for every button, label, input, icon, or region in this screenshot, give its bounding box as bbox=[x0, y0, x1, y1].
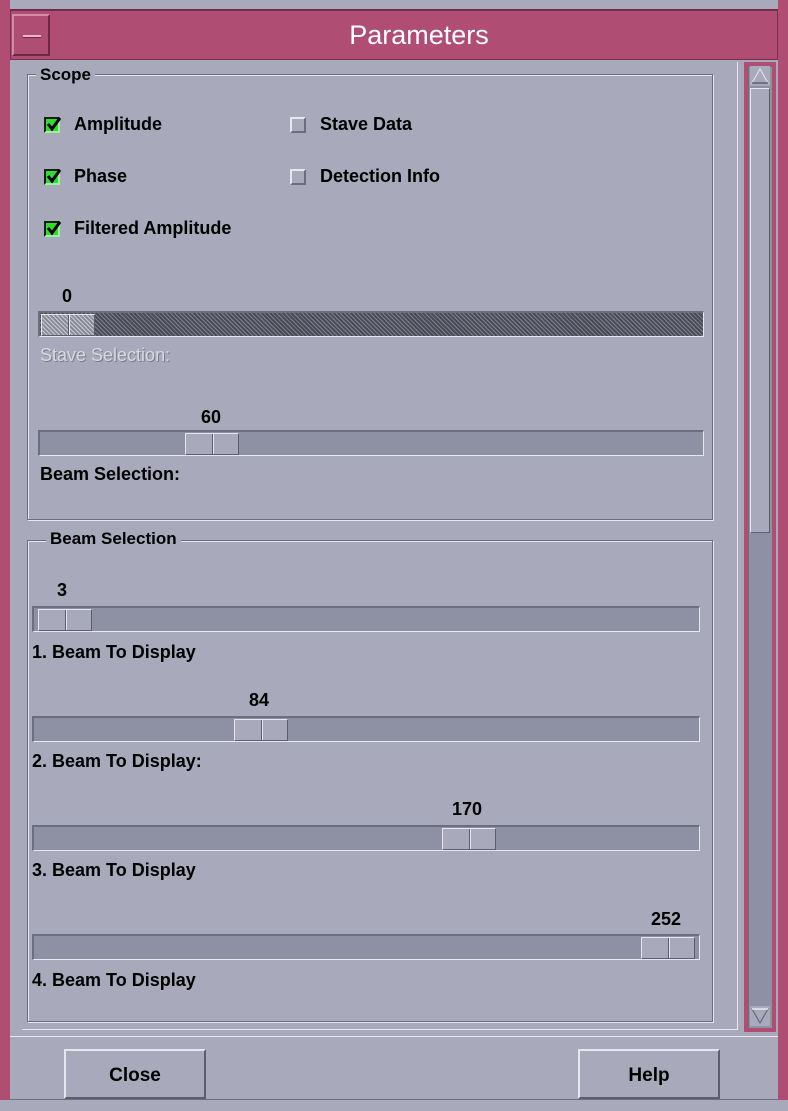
beam3-slider[interactable] bbox=[32, 825, 700, 851]
stave-slider-value: 0 bbox=[61, 286, 72, 306]
phase-label: Phase bbox=[74, 166, 128, 186]
checkbox-indicator bbox=[290, 169, 306, 185]
checkbox-indicator bbox=[44, 221, 62, 237]
beam3-value: 170 bbox=[451, 799, 483, 819]
beam4-value: 252 bbox=[650, 909, 682, 929]
checkmark-icon bbox=[46, 117, 62, 132]
beam4-slider-thumb[interactable] bbox=[641, 937, 695, 959]
window-border-right[interactable] bbox=[778, 0, 788, 1111]
checkbox-indicator bbox=[290, 117, 306, 133]
detection-info-checkbox[interactable]: Detection Info bbox=[290, 164, 510, 190]
beam-selection-legend: Beam Selection bbox=[46, 528, 181, 550]
close-button[interactable]: Close bbox=[64, 1049, 206, 1099]
stave-slider-thumb[interactable] bbox=[41, 314, 95, 336]
beam2-slider[interactable] bbox=[32, 716, 700, 742]
help-button[interactable]: Help bbox=[578, 1049, 720, 1099]
filtered-amplitude-label: Filtered Amplitude bbox=[74, 218, 232, 238]
window-menu-icon bbox=[23, 35, 41, 38]
detection-info-label: Detection Info bbox=[320, 166, 440, 186]
amplitude-checkbox[interactable]: Amplitude bbox=[44, 112, 244, 138]
window-title: Parameters bbox=[349, 20, 489, 50]
window-border-bottom[interactable] bbox=[0, 1100, 788, 1111]
beam1-slider[interactable] bbox=[32, 606, 700, 632]
beam-slider-label: Beam Selection: bbox=[40, 464, 181, 484]
beam-slider-value: 60 bbox=[200, 407, 222, 427]
stave-slider-label: Stave Selection: bbox=[40, 345, 171, 365]
phase-checkbox[interactable]: Phase bbox=[44, 164, 244, 190]
beam4-label: 4. Beam To Display bbox=[32, 970, 196, 990]
stave-slider[interactable] bbox=[38, 311, 704, 337]
beam-slider-thumb[interactable] bbox=[185, 433, 239, 455]
checkbox-indicator bbox=[44, 117, 62, 133]
beam2-label: 2. Beam To Display: bbox=[32, 751, 202, 771]
scroll-up-arrow-icon[interactable] bbox=[750, 66, 770, 86]
amplitude-label: Amplitude bbox=[74, 114, 162, 134]
beam1-value: 3 bbox=[56, 580, 67, 600]
beam4-slider[interactable] bbox=[32, 934, 700, 960]
scope-legend: Scope bbox=[36, 64, 96, 86]
stave-data-checkbox[interactable]: Stave Data bbox=[290, 112, 490, 138]
window-border-left[interactable] bbox=[0, 0, 10, 1111]
scroll-down-arrow-icon[interactable] bbox=[750, 1006, 770, 1026]
beam2-value: 84 bbox=[248, 690, 270, 710]
checkmark-icon bbox=[46, 221, 62, 236]
beam2-slider-thumb[interactable] bbox=[234, 719, 288, 741]
filtered-amplitude-checkbox[interactable]: Filtered Amplitude bbox=[44, 216, 284, 242]
scrollbar-thumb[interactable] bbox=[750, 88, 770, 533]
beam1-slider-thumb[interactable] bbox=[38, 609, 92, 631]
checkmark-icon bbox=[46, 169, 62, 184]
window-menu-button[interactable] bbox=[12, 14, 50, 56]
beam3-label: 3. Beam To Display bbox=[32, 860, 196, 880]
checkbox-indicator bbox=[44, 169, 62, 185]
beam3-slider-thumb[interactable] bbox=[442, 828, 496, 850]
beam1-label: 1. Beam To Display bbox=[32, 642, 196, 662]
stave-data-label: Stave Data bbox=[320, 114, 413, 134]
beam-slider[interactable] bbox=[38, 430, 704, 456]
